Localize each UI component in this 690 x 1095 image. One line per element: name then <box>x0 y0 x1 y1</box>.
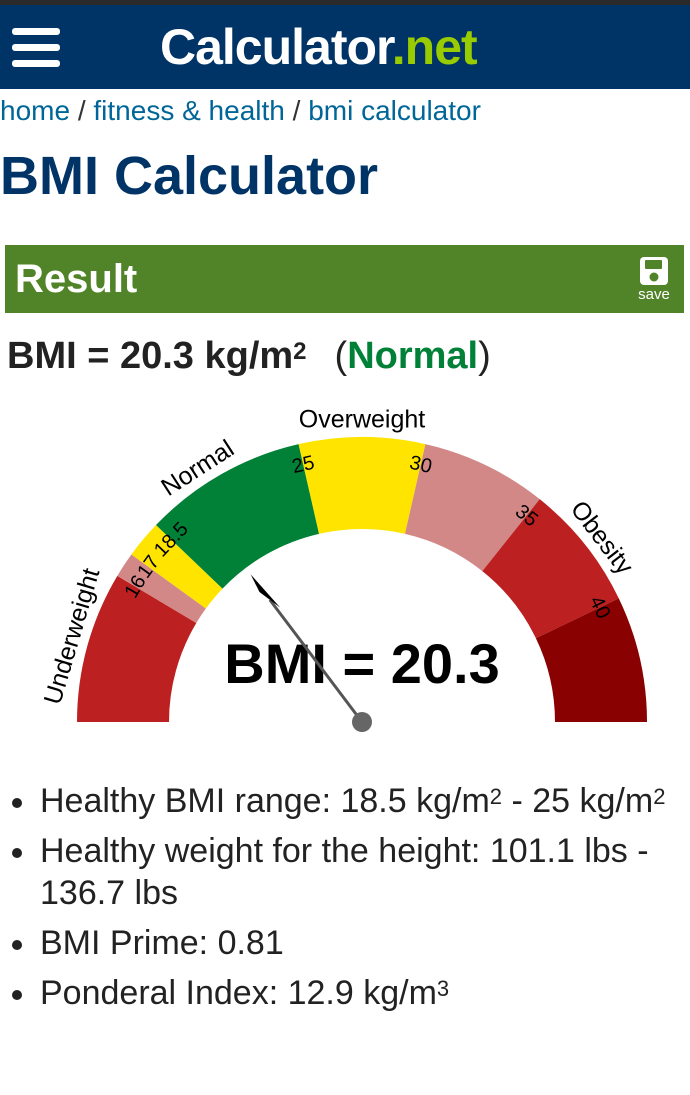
gauge-needle-head <box>250 574 281 608</box>
bmi-prime: BMI Prime: 0.81 <box>0 922 680 964</box>
breadcrumb: home / fitness & health / bmi calculator <box>0 95 481 127</box>
result-header: Result save <box>5 245 684 313</box>
logo-text: Calculator <box>160 19 393 75</box>
paren-open: ( <box>334 335 348 377</box>
healthy-range-text: Healthy BMI range: 18.5 kg/m <box>40 782 490 820</box>
ponderal-exponent: 3 <box>436 976 450 1001</box>
menu-bar <box>12 44 60 51</box>
breadcrumb-home-link[interactable]: home <box>0 95 70 126</box>
breadcrumb-separator: / <box>70 95 94 126</box>
gauge-needle-pivot <box>352 712 372 732</box>
save-icon <box>640 257 668 285</box>
healthy-range-exponent: 2 <box>489 784 503 809</box>
menu-bar <box>12 60 60 67</box>
bmi-result-exponent: 2 <box>293 338 307 365</box>
result-title: Result <box>15 257 138 301</box>
gauge-category-label: Overweight <box>299 406 425 434</box>
save-button[interactable]: save <box>632 255 676 305</box>
healthy-range-exponent: 2 <box>653 784 666 809</box>
site-header: Calculator.net <box>0 5 690 89</box>
healthy-range-upper: - 25 kg/m <box>502 782 654 820</box>
paren-close: ) <box>478 335 491 377</box>
logo-dot: . <box>391 19 406 75</box>
result-details: Healthy BMI range: 18.5 kg/m2 - 25 kg/m2… <box>0 780 680 1022</box>
logo-net: net <box>404 19 478 75</box>
breadcrumb-separator: / <box>284 95 309 126</box>
bmi-result: BMI = 20.3 kg/m2 (Normal) <box>7 330 491 382</box>
site-logo[interactable]: Calculator.net <box>160 17 478 77</box>
healthy-bmi-range: Healthy BMI range: 18.5 kg/m2 - 25 kg/m2 <box>0 780 680 822</box>
bmi-result-value: BMI = 20.3 kg/m <box>7 335 294 377</box>
bmi-category: Normal <box>347 335 479 377</box>
bmi-gauge: 161718.525 303540 UnderweightNormalOverwe… <box>39 406 647 732</box>
breadcrumb-current-link[interactable]: bmi calculator <box>308 95 481 126</box>
ponderal-text: Ponderal Index: 12.9 kg/m <box>40 974 437 1012</box>
breadcrumb-fitness-link[interactable]: fitness & health <box>93 95 284 126</box>
menu-bar <box>12 28 60 35</box>
menu-icon[interactable] <box>12 25 62 71</box>
bmi-category-wrap: (Normal) <box>335 335 491 377</box>
gauge-readout: BMI = 20.3 <box>224 632 499 695</box>
gauge-segment-4 <box>298 437 426 534</box>
healthy-weight: Healthy weight for the height: 101.1 lbs… <box>0 830 680 914</box>
page-title: BMI Calculator <box>0 146 379 206</box>
save-label: save <box>638 286 670 303</box>
ponderal-index: Ponderal Index: 12.9 kg/m3 <box>0 972 680 1014</box>
